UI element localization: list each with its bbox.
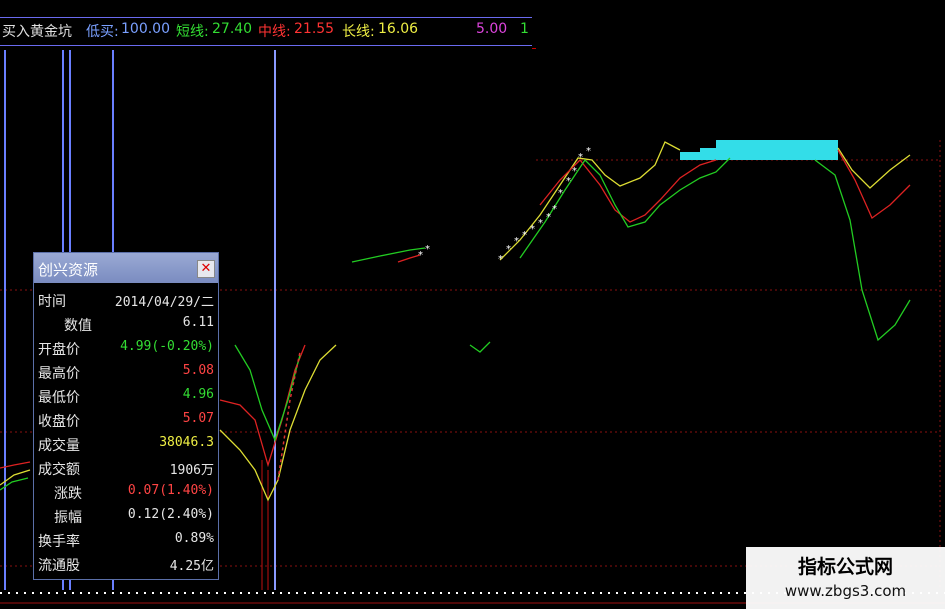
info-row-time: 时间 2014/04/29/二 [34, 289, 218, 311]
long-value: 16.06 [378, 21, 419, 37]
info-value: 4.99(-0.20%) [120, 339, 214, 354]
info-key: 时间 [38, 294, 66, 310]
svg-text:*: * [566, 176, 571, 187]
info-row-value: 数值 6.11 [34, 313, 218, 335]
info-value: 0.12(2.40%) [127, 507, 214, 522]
stock-info-panel[interactable]: 创兴资源 ✕ 时间 2014/04/29/二 数值 6.11 开盘价 4.99(… [33, 252, 219, 580]
info-value: 0.07(1.40%) [127, 483, 214, 498]
info-row-open: 开盘价 4.99(-0.20%) [34, 337, 218, 359]
info-row-float: 流通股 4.25亿 [34, 553, 218, 575]
indicator-header: 买入黄金坑 低买: 100.00 短线: 27.40 中线: 21.55 长线:… [0, 18, 532, 40]
info-row-high: 最高价 5.08 [34, 361, 218, 383]
short-value: 27.40 [212, 21, 253, 37]
svg-text:*: * [514, 236, 519, 247]
info-row-turnover: 换手率 0.89% [34, 529, 218, 551]
close-icon[interactable]: ✕ [197, 260, 215, 278]
info-value: 4.25亿 [169, 559, 214, 574]
info-value: 0.89% [174, 531, 214, 546]
watermark-url: www.zbgs3.com [784, 582, 907, 600]
svg-text:*: * [498, 254, 503, 265]
extra-value: 5.00 [476, 21, 508, 37]
info-row-amplitude: 振幅 0.12(2.40%) [34, 505, 218, 527]
info-value: 5.08 [182, 363, 214, 378]
low-buy-value: 100.00 [121, 21, 170, 37]
svg-text:*: * [538, 218, 543, 229]
svg-text:*: * [558, 188, 563, 199]
info-value: 1906万 [169, 463, 214, 478]
header-red-tick [532, 48, 536, 49]
svg-text:*: * [586, 146, 591, 157]
panel-titlebar[interactable]: 创兴资源 ✕ [34, 253, 218, 283]
info-key: 收盘价 [38, 414, 80, 430]
svg-text:*: * [572, 166, 577, 177]
info-key: 振幅 [54, 510, 82, 526]
info-value: 38046.3 [159, 435, 214, 450]
svg-text:*: * [425, 244, 430, 255]
info-key: 最低价 [38, 390, 80, 406]
info-key: 开盘价 [38, 342, 80, 358]
info-key: 成交额 [38, 462, 80, 478]
extra-tail: 1 [520, 21, 529, 37]
info-value: 6.11 [182, 315, 214, 330]
cyan-fill [680, 140, 838, 160]
mid-label: 中线: [258, 24, 291, 40]
watermark-logo: 指标公式网 www.zbgs3.com [746, 547, 945, 609]
short-label: 短线: [176, 24, 209, 40]
red-bars [261, 460, 269, 590]
info-key: 最高价 [38, 366, 80, 382]
info-value: 4.96 [182, 387, 214, 402]
info-row-low: 最低价 4.96 [34, 385, 218, 407]
info-key: 流通股 [38, 558, 80, 574]
svg-text:*: * [522, 230, 527, 241]
info-row-close: 收盘价 5.07 [34, 409, 218, 431]
long-label: 长线: [342, 24, 375, 40]
info-row-change: 涨跌 0.07(1.40%) [34, 481, 218, 503]
svg-text:*: * [506, 244, 511, 255]
info-row-amount: 成交额 1906万 [34, 457, 218, 479]
info-key: 换手率 [38, 534, 80, 550]
svg-text:*: * [552, 204, 557, 215]
mid-value: 21.55 [294, 21, 335, 37]
star-markers: ** *** *** *** *** * [418, 146, 591, 265]
info-row-volume: 成交量 38046.3 [34, 433, 218, 455]
info-key: 涨跌 [54, 486, 82, 502]
svg-text:*: * [418, 250, 423, 261]
svg-text:*: * [546, 212, 551, 223]
header-bottom-rule [0, 45, 532, 46]
info-value: 2014/04/29/二 [114, 295, 214, 310]
watermark-title: 指标公式网 [797, 556, 893, 578]
panel-title: 创兴资源 [38, 261, 99, 279]
low-buy-label: 低买: [86, 24, 119, 40]
indicator-title: 买入黄金坑 [2, 24, 72, 40]
svg-text:*: * [530, 224, 535, 235]
info-value: 5.07 [182, 411, 214, 426]
info-key: 成交量 [38, 438, 80, 454]
svg-text:*: * [578, 152, 583, 163]
header-top-rule [0, 17, 532, 18]
info-key: 数值 [64, 318, 92, 334]
